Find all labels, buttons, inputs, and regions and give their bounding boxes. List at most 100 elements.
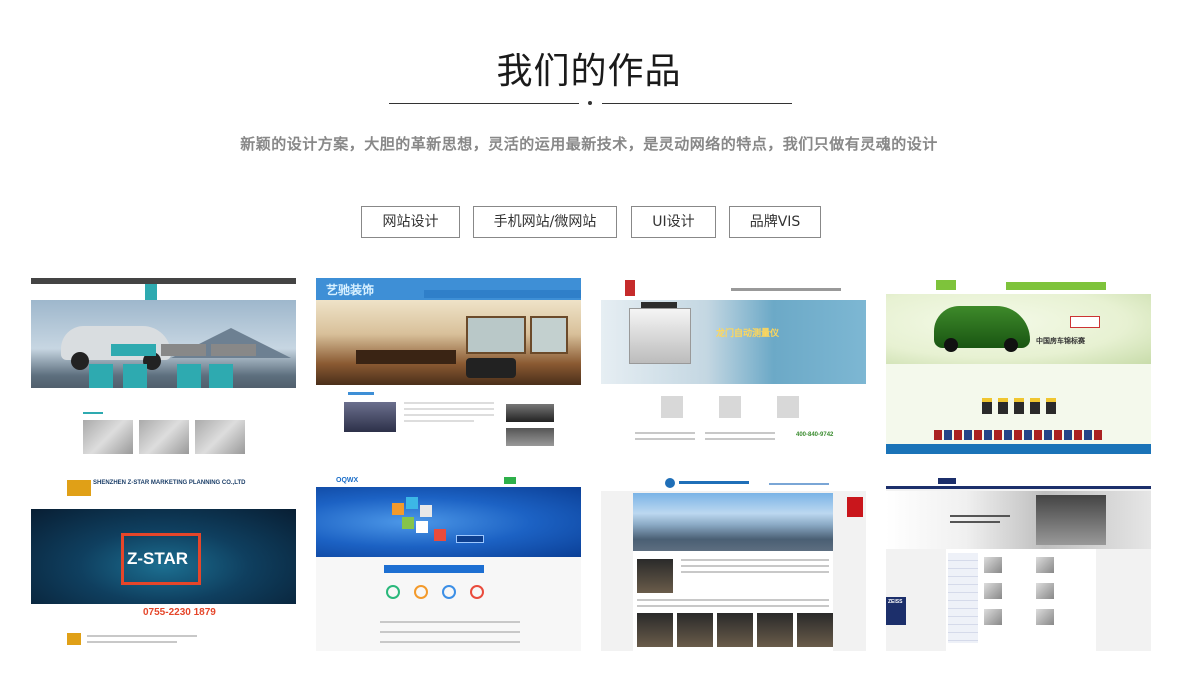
thumb-logo: [665, 478, 675, 488]
thumb-office-photo: [637, 613, 673, 647]
thumb-car-wheel: [944, 338, 958, 352]
tab-ui-design[interactable]: UI设计: [631, 206, 716, 238]
thumb-team-photo: [344, 402, 396, 432]
thumb-cube: [406, 497, 418, 509]
portfolio-thumb-car-website[interactable]: [31, 278, 296, 454]
thumb-nav-active: [504, 477, 516, 484]
thumb-footer-logo: [67, 633, 81, 645]
tab-website-design[interactable]: 网站设计: [361, 206, 460, 238]
thumb-window: [530, 316, 568, 354]
thumb-nav: [31, 284, 296, 300]
thumb-office-photo: [677, 613, 713, 647]
thumb-feature-icon: [470, 585, 484, 599]
thumb-hero-text: [950, 515, 1010, 517]
thumb-hero-button: [456, 535, 484, 543]
thumb-product: [984, 583, 1002, 599]
thumb-sidebar-menu: [948, 553, 978, 643]
thumb-machine-image: [1036, 495, 1106, 545]
thumb-feature-icon: [442, 585, 456, 599]
thumb-product: [984, 557, 1002, 573]
thumb-cube: [434, 529, 446, 541]
thumb-oil-product: [1030, 398, 1040, 414]
thumb-case-photo: [506, 428, 554, 446]
thumb-service-card: [209, 364, 233, 388]
thumb-zeiss-text: ZEISS: [888, 599, 903, 605]
thumb-case-photo: [506, 404, 554, 422]
portfolio-thumb-logistics-website[interactable]: [601, 475, 866, 651]
section-subtitle: 新颖的设计方案，大胆的革新思想，灵活的运用最新技术，是灵动网络的特点，我们只做有…: [240, 135, 938, 153]
thumb-logo: [938, 478, 956, 484]
thumb-oil-product: [982, 398, 992, 414]
portfolio-thumb-racing-website[interactable]: 中国房车锦标赛: [886, 278, 1151, 454]
thumb-cube: [416, 521, 428, 533]
thumb-product: [1036, 609, 1054, 625]
thumb-text-line: [404, 420, 474, 422]
thumb-office-photo: [717, 613, 753, 647]
thumb-nav: [424, 290, 581, 298]
thumb-logo: [67, 480, 91, 496]
thumb-header: [886, 475, 1151, 489]
thumb-product: [661, 396, 683, 418]
thumb-product: [1036, 557, 1054, 573]
title-divider: [389, 101, 792, 107]
thumb-desk: [356, 350, 456, 364]
divider-line-left: [389, 103, 579, 104]
thumb-company-name: SHENZHEN Z-STAR MARKETING PLANNING CO.,L…: [93, 480, 246, 486]
thumb-section-heading: [348, 392, 374, 395]
thumb-office-photo: [637, 559, 673, 593]
thumb-feature-icon: [414, 585, 428, 599]
thumb-gallery-image: [195, 420, 245, 454]
thumb-office-photo: [757, 613, 793, 647]
thumb-cube: [402, 517, 414, 529]
thumb-hero-text: [950, 521, 1000, 523]
portfolio-thumb-zeiss-website[interactable]: ZEISS: [886, 475, 1151, 651]
thumb-oil-product: [998, 398, 1008, 414]
thumb-product: [1036, 583, 1054, 599]
thumb-hero-title: 龙门自动测量仪: [716, 328, 780, 338]
thumb-slogan: [769, 483, 829, 485]
thumb-phone: 0755-2230 1879: [143, 607, 216, 618]
portfolio-thumb-oqwx-website[interactable]: OQWX: [316, 475, 581, 651]
thumb-text-line: [380, 631, 520, 633]
portfolio-thumb-instrument-website[interactable]: 龙门自动测量仪 400-840-9742: [601, 278, 866, 454]
thumb-text-line: [705, 438, 775, 440]
divider-line-right: [602, 103, 792, 104]
thumb-product: [777, 396, 799, 418]
thumb-hero-title: 中国房车锦标赛: [1036, 338, 1085, 345]
portfolio-thumb-zstar-website[interactable]: SHENZHEN Z-STAR MARKETING PLANNING CO.,L…: [31, 475, 296, 651]
thumb-text-line: [404, 408, 494, 410]
thumb-text-line: [635, 438, 695, 440]
thumb-cube: [420, 505, 432, 517]
thumb-text-line: [681, 571, 829, 573]
tab-brand-vis[interactable]: 品牌VIS: [729, 206, 821, 238]
tab-mobile-website[interactable]: 手机网站/微网站: [473, 206, 617, 238]
thumb-gallery-image: [139, 420, 189, 454]
thumb-text-line: [637, 599, 829, 601]
thumb-office-photo: [797, 613, 833, 647]
thumb-company-name: [679, 481, 749, 484]
thumb-ctcc-badge: [1070, 316, 1100, 328]
thumb-text-line: [635, 432, 695, 434]
thumb-machine-image: [629, 308, 691, 364]
thumb-hero-image: [633, 493, 833, 551]
section-title: 我们的作品: [496, 51, 682, 92]
divider-dot: [588, 101, 592, 105]
thumb-body: [601, 384, 866, 454]
thumb-text-line: [87, 635, 197, 637]
thumb-hotline: 400-840-9742: [796, 432, 834, 438]
thumb-nav: [1006, 282, 1106, 290]
thumb-service-badge: [847, 497, 863, 517]
portfolio-thumb-decoration-website[interactable]: 艺驰装饰: [316, 278, 581, 454]
thumb-text-line: [637, 605, 829, 607]
thumb-logo-text: 艺驰装饰: [326, 283, 375, 297]
thumb-text-line: [681, 565, 829, 567]
thumb-section-bar: [384, 565, 484, 573]
thumb-gallery-image: [83, 420, 133, 454]
thumb-cube: [392, 503, 404, 515]
thumb-service-card: [177, 364, 201, 388]
thumb-text-line: [681, 559, 829, 561]
thumb-oil-product: [1046, 398, 1056, 414]
thumb-car-wheel: [71, 352, 89, 370]
thumb-hero-tab: [161, 344, 206, 356]
category-tabs: 网站设计 手机网站/微网站 UI设计 品牌VIS: [0, 206, 1178, 238]
